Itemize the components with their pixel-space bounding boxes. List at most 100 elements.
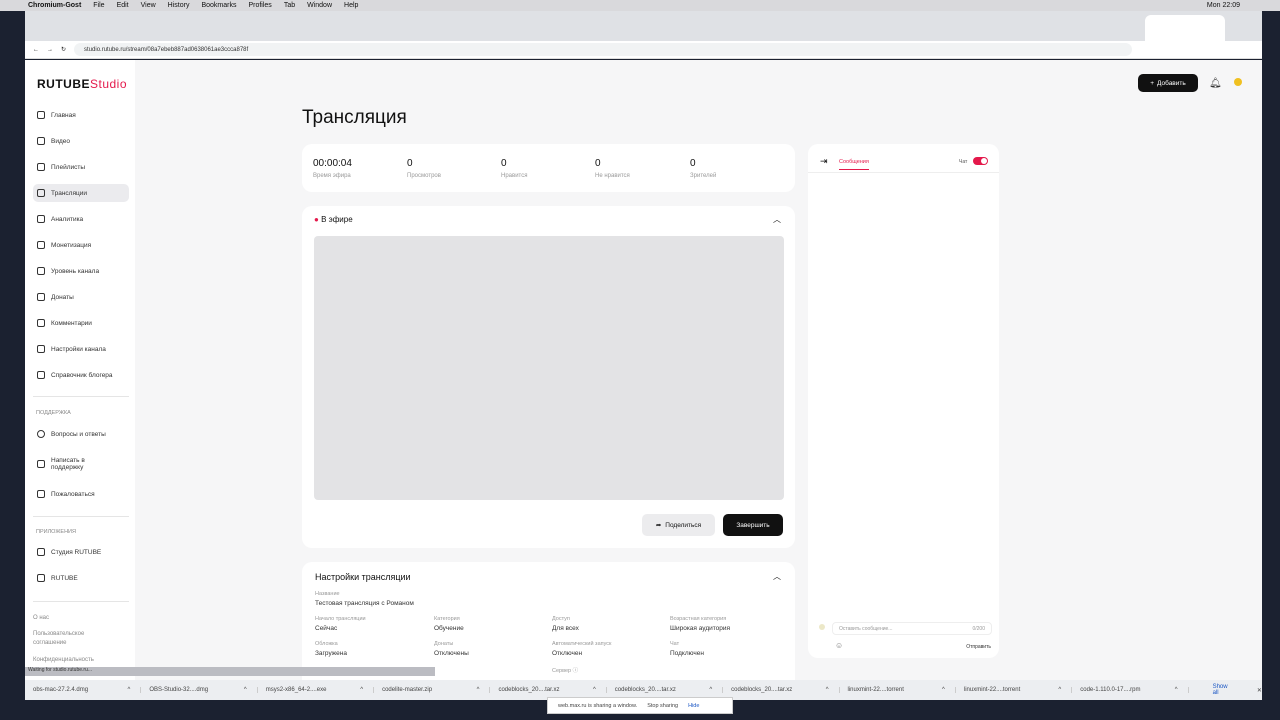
download-item[interactable]: codeblocks_20....tar.xz ^ xyxy=(490,687,607,693)
download-item[interactable]: OBS-Studio-32....dmg ^ xyxy=(141,687,258,693)
download-item[interactable]: linuxmint-22....torrent ^ xyxy=(840,687,956,693)
message-input[interactable]: Оставить сообщение... 0/200 xyxy=(832,622,992,635)
gear-icon xyxy=(37,345,45,353)
collapse-chevron-icon[interactable]: ︿ xyxy=(773,571,781,582)
sidebar-item-analytics[interactable]: Аналитика xyxy=(33,210,129,228)
share-notice-text: web.max.ru is sharing a window. xyxy=(558,702,638,709)
video-preview[interactable] xyxy=(314,236,784,500)
field-label: Категория xyxy=(434,616,460,622)
reload-icon[interactable]: ↻ xyxy=(61,46,66,53)
sidebar-item-videos[interactable]: Видео xyxy=(33,132,129,150)
live-status: ● В эфире xyxy=(314,215,353,224)
footer-privacy[interactable]: Конфиденциальность xyxy=(33,656,113,665)
footer-about[interactable]: О нас xyxy=(33,614,113,623)
page-title: Трансляция xyxy=(302,107,407,128)
divider xyxy=(808,172,999,173)
field-label: Название xyxy=(315,591,340,597)
download-item[interactable]: codelite-master.zip ^ xyxy=(374,687,491,693)
rutube-app-icon xyxy=(37,574,45,582)
footer-terms[interactable]: Пользовательское соглашение xyxy=(33,630,113,648)
analytics-icon xyxy=(37,215,45,223)
server-label[interactable]: Сервер ⓘ xyxy=(552,666,578,674)
download-item[interactable]: codeblocks_20....tar.xz ^ xyxy=(607,687,724,693)
active-tab[interactable] xyxy=(1145,15,1225,41)
menu-edit[interactable]: Edit xyxy=(117,2,129,9)
add-button[interactable]: + Добавить xyxy=(1138,74,1198,92)
download-item[interactable]: obs-mac-27.2.4.dmg ^ xyxy=(25,687,142,693)
video-icon xyxy=(37,137,45,145)
sidebar-item-blogger-guide[interactable]: Справочник блогера xyxy=(33,366,129,384)
avatar[interactable] xyxy=(1234,78,1242,86)
menu-tab[interactable]: Tab xyxy=(284,2,295,9)
collapse-chevron-icon[interactable]: ︿ xyxy=(773,214,781,225)
bell-icon[interactable]: 🔔︎ xyxy=(1209,78,1222,89)
sidebar-item-home[interactable]: Главная xyxy=(33,106,129,124)
emoji-icon[interactable]: ☺ xyxy=(835,641,843,650)
tab-strip xyxy=(25,11,1262,41)
field-value: Отключены xyxy=(434,650,469,657)
close-icon[interactable]: ✕ xyxy=(1257,687,1262,694)
stat-dislikes: 0 Не нравится xyxy=(595,158,630,179)
menu-view[interactable]: View xyxy=(141,2,156,9)
screen-share-notice: web.max.ru is sharing a window. Stop sha… xyxy=(547,697,733,714)
forward-icon[interactable]: → xyxy=(47,47,53,53)
app-name: Chromium-Gost xyxy=(28,2,82,9)
sidebar-item-studio-app[interactable]: Студия RUTUBE xyxy=(33,543,129,561)
sidebar-item-channel-settings[interactable]: Настройки канала xyxy=(33,340,129,358)
stat-viewers: 0 Зрителей xyxy=(690,158,717,179)
info-icon xyxy=(37,371,45,379)
menu-history[interactable]: History xyxy=(168,2,190,9)
sidebar-item-report[interactable]: Пожаловаться xyxy=(33,485,129,503)
field-value: Обучение xyxy=(434,625,464,632)
menu-window[interactable]: Window xyxy=(307,2,332,9)
browser-status: Waiting for studio.rutube.ru... xyxy=(25,667,435,676)
stat-views: 0 Просмотров xyxy=(407,158,441,179)
sidebar-item-playlists[interactable]: Плейлисты xyxy=(33,158,129,176)
sidebar-item-rutube-app[interactable]: RUTUBE xyxy=(33,569,129,587)
address-bar-row: ← → ↻ studio.rutube.ru/stream/08a7ebeb88… xyxy=(25,41,1262,59)
os-menubar: Chromium-Gost File Edit View History Boo… xyxy=(0,0,1280,11)
url-input[interactable]: studio.rutube.ru/stream/08a7ebeb887ad063… xyxy=(74,43,1132,56)
settings-card: Настройки трансляции ︿ Название Тестовая… xyxy=(302,562,795,680)
collapse-panel-icon[interactable]: ⇥ xyxy=(820,156,828,167)
sidebar-item-monetization[interactable]: Монетизация xyxy=(33,236,129,254)
sidebar-item-donations[interactable]: Донаты xyxy=(33,288,129,306)
sidebar-item-faq[interactable]: Вопросы и ответы xyxy=(33,425,129,443)
support-heading: ПОДДЕРЖКА xyxy=(36,410,71,416)
menu-bookmarks[interactable]: Bookmarks xyxy=(201,2,236,9)
send-button[interactable]: Отправить xyxy=(966,644,991,650)
field-label: Возрастная категория xyxy=(670,616,727,622)
chat-toggle[interactable] xyxy=(973,157,988,165)
page: RUTUBEStudio Главная Видео Плейлисты Тра… xyxy=(25,60,1262,680)
sidebar-item-comments[interactable]: Комментарии xyxy=(33,314,129,332)
download-item[interactable]: codeblocks_20....tar.xz ^ xyxy=(723,687,840,693)
coin-icon xyxy=(37,241,45,249)
field-label: Автоматический запуск xyxy=(552,641,612,647)
chat-panel: ⇥ Сообщения Чат Оставить сообщение... 0/2… xyxy=(808,144,999,658)
stop-sharing-button[interactable]: Stop sharing xyxy=(647,703,678,709)
plus-icon: + xyxy=(1150,79,1155,87)
field-value: Подключен xyxy=(670,650,704,657)
menu-profiles[interactable]: Profiles xyxy=(248,2,271,9)
finish-button[interactable]: Завершить xyxy=(723,514,783,536)
download-item[interactable]: linuxmint-22....torrent ^ xyxy=(956,687,1073,693)
show-all-link[interactable]: Show all xyxy=(1213,684,1235,696)
menu-file[interactable]: File xyxy=(93,2,104,9)
download-item[interactable]: code-1.110.0-17....rpm ^ xyxy=(1072,687,1189,693)
divider xyxy=(33,601,129,602)
share-button[interactable]: ➦ Поделиться xyxy=(642,514,715,536)
field-label: Обложка xyxy=(315,641,338,647)
tab-messages[interactable]: Сообщения xyxy=(839,159,869,170)
sidebar-item-contact-support[interactable]: Написать в поддержку xyxy=(33,452,129,476)
sidebar: RUTUBEStudio Главная Видео Плейлисты Тра… xyxy=(25,60,135,680)
hide-button[interactable]: Hide xyxy=(688,703,699,709)
field-value: Отключен xyxy=(552,650,583,657)
wallet-icon xyxy=(37,293,45,301)
sidebar-item-channel-level[interactable]: Уровень канала xyxy=(33,262,129,280)
back-icon[interactable]: ← xyxy=(33,47,39,53)
sidebar-item-streams[interactable]: Трансляции xyxy=(33,184,129,202)
field-label: Чат xyxy=(670,641,680,647)
download-item[interactable]: msys2-x86_64-2....exe ^ xyxy=(258,687,375,693)
logo[interactable]: RUTUBEStudio xyxy=(37,77,127,91)
menu-help[interactable]: Help xyxy=(344,2,358,9)
